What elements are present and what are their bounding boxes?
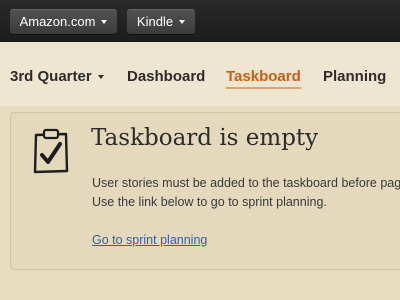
- empty-state-message: User stories must be added to the taskbo…: [92, 176, 400, 209]
- organization-dropdown[interactable]: Amazon.com: [10, 9, 117, 34]
- empty-state-panel: Taskboard is empty User stories must be …: [10, 112, 400, 270]
- quarter-dropdown-label: 3rd Quarter: [10, 68, 92, 85]
- top-bar: Amazon.com Kindle: [0, 0, 400, 42]
- chevron-down-icon: [97, 75, 104, 80]
- empty-state-title: Taskboard is empty: [91, 125, 319, 151]
- main-nav: 3rd Quarter Dashboard Taskboard Planning: [0, 42, 400, 106]
- organization-dropdown-label: Amazon.com: [19, 14, 96, 29]
- product-dropdown-label: Kindle: [136, 14, 174, 29]
- tab-taskboard[interactable]: Taskboard: [226, 68, 301, 89]
- clipboard-check-icon: [33, 128, 69, 174]
- chevron-down-icon: [179, 19, 186, 24]
- tab-planning[interactable]: Planning: [323, 68, 386, 85]
- quarter-dropdown[interactable]: 3rd Quarter: [10, 68, 104, 85]
- chevron-down-icon: [101, 19, 108, 24]
- product-dropdown[interactable]: Kindle: [127, 9, 195, 34]
- sprint-planning-link[interactable]: Go to sprint planning: [92, 233, 207, 247]
- tab-dashboard[interactable]: Dashboard: [127, 68, 205, 85]
